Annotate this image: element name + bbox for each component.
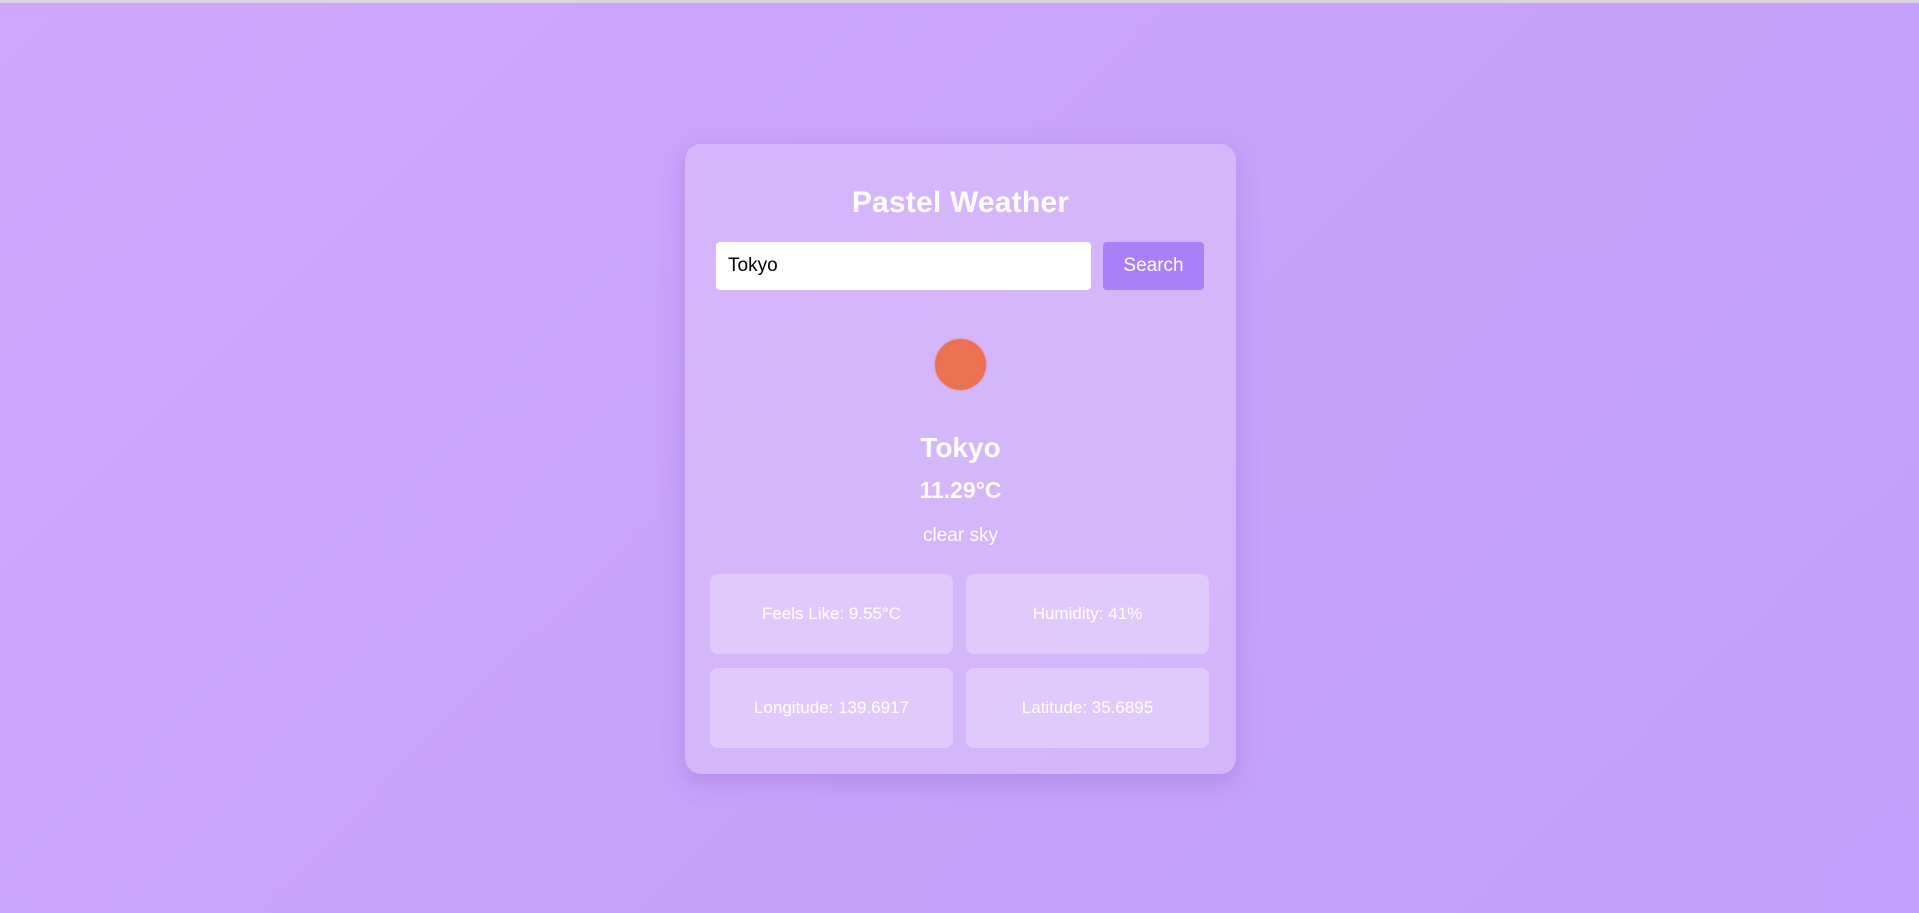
humidity-tile: Humidity: 41% xyxy=(966,574,1209,654)
feels-like-label: Feels Like: 9.55°C xyxy=(761,604,902,623)
search-button[interactable]: Search xyxy=(1103,242,1204,290)
longitude-tile: Longitude: 139.6917 xyxy=(710,668,953,748)
city-name: Tokyo xyxy=(920,432,1001,463)
feels-like-tile: Feels Like: 9.55°C xyxy=(710,574,953,654)
longitude-label: Longitude: 139.6917 xyxy=(753,698,910,717)
weather-description: clear sky xyxy=(923,525,998,546)
app-title: Pastel Weather xyxy=(851,186,1070,219)
sun-icon xyxy=(935,339,986,390)
top-border xyxy=(0,0,1919,3)
latitude-label: Latitude: 35.6895 xyxy=(1021,698,1154,717)
weather-card: Pastel Weather Search Tokyo 11.29°C clea… xyxy=(685,144,1236,774)
humidity-label: Humidity: 41% xyxy=(1032,604,1143,623)
latitude-tile: Latitude: 35.6895 xyxy=(966,668,1209,748)
city-search-input[interactable] xyxy=(716,242,1091,290)
temperature: 11.29°C xyxy=(919,477,1002,503)
